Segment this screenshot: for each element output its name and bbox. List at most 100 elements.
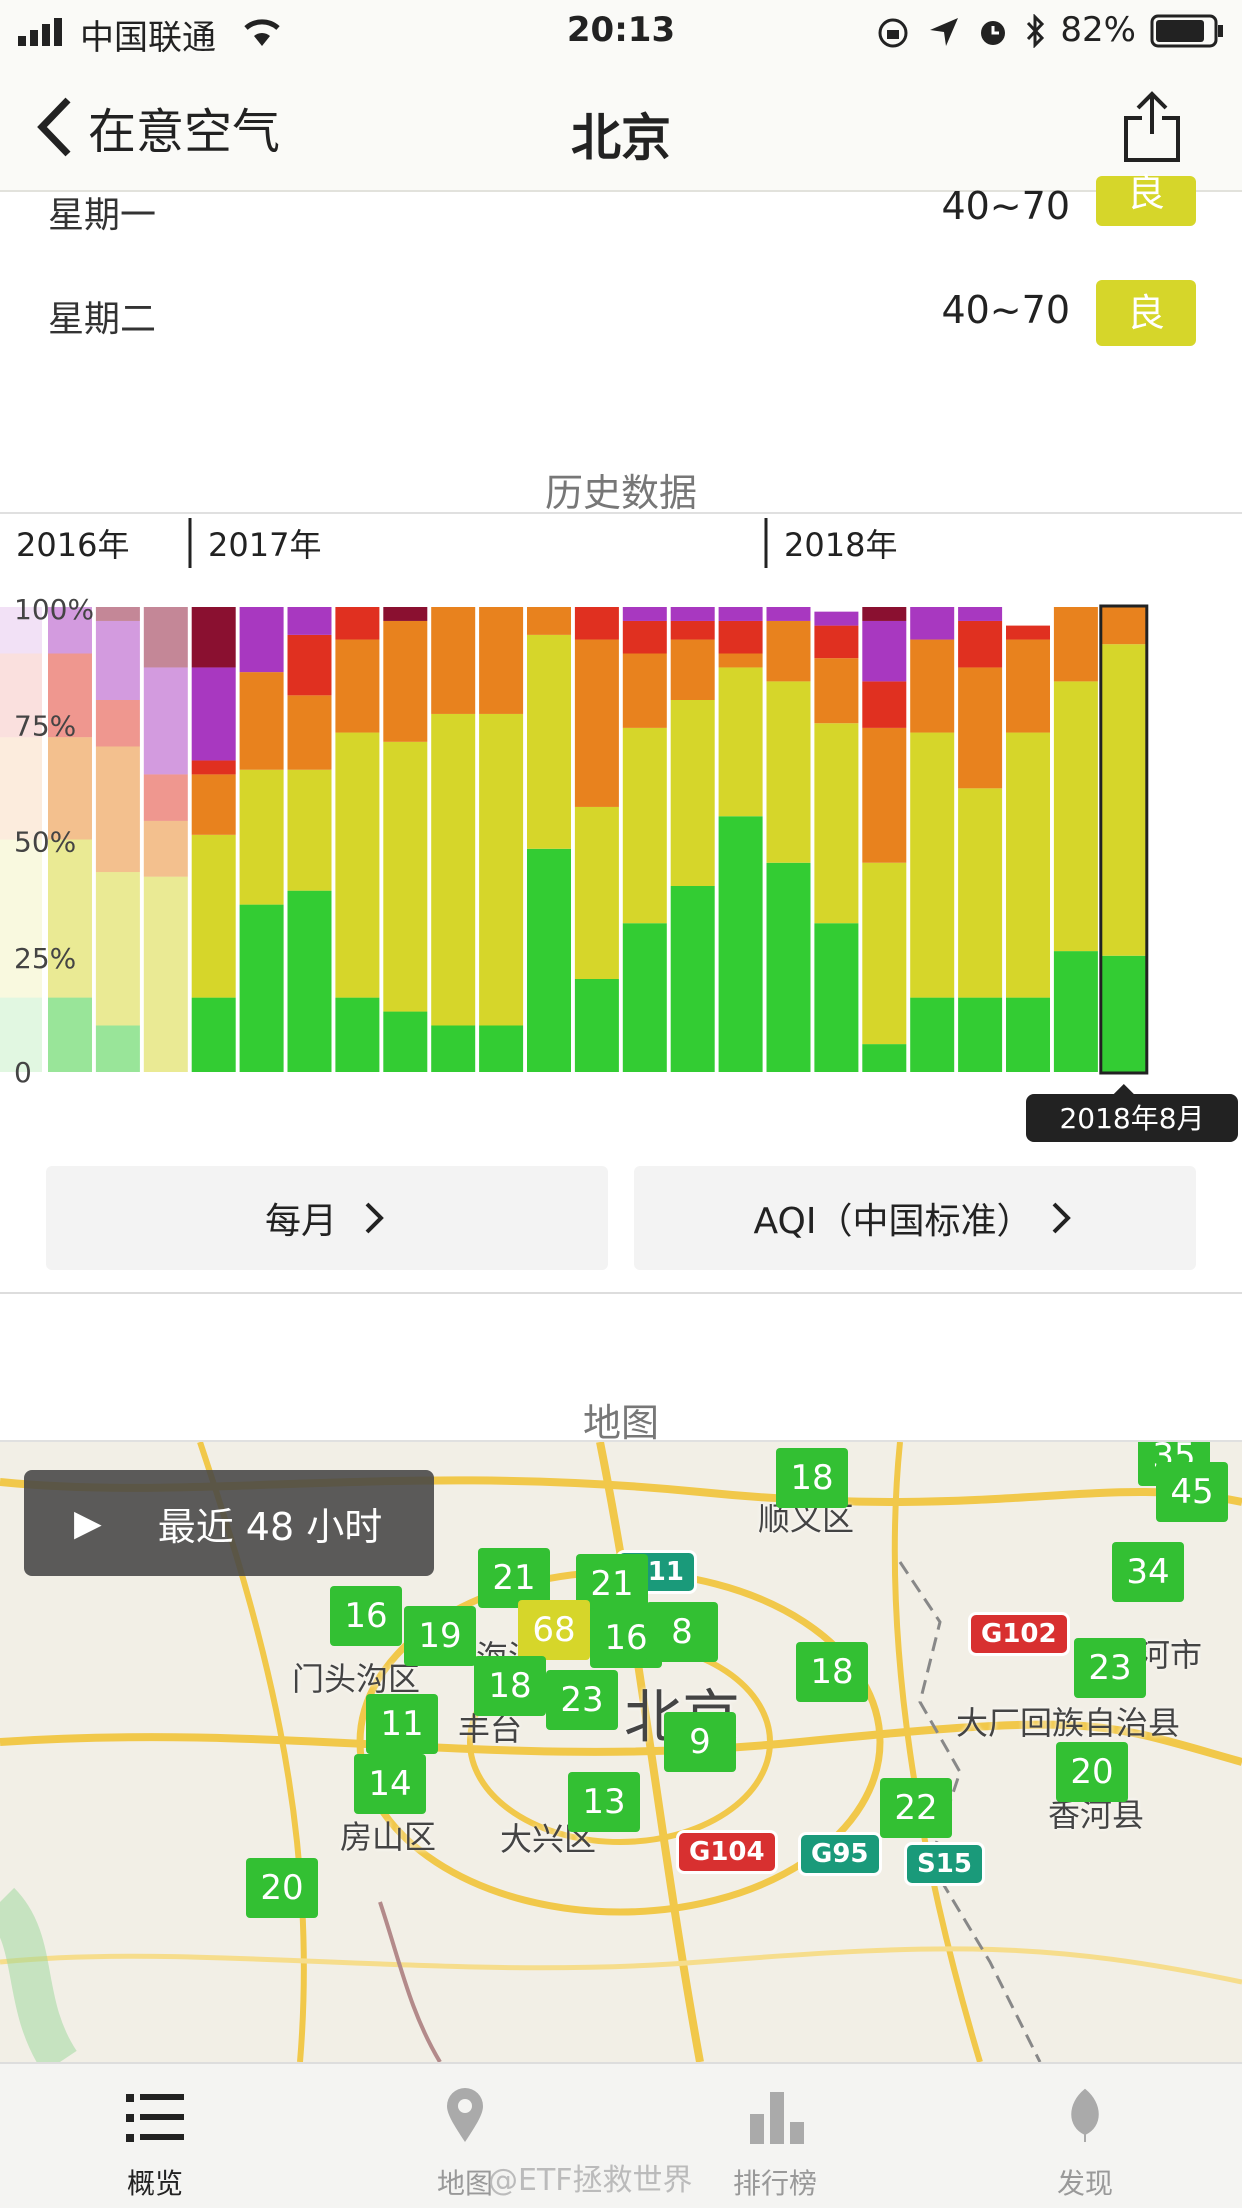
chart-bar-segment: [143, 607, 188, 668]
chart-bar-segment: [766, 607, 811, 621]
clock-time: 20:13: [566, 10, 676, 50]
chart-bar-segment: [48, 997, 92, 1072]
tab-overview[interactable]: 概览: [0, 2064, 310, 2210]
chart-bar-segment: [670, 620, 715, 640]
chart-bar-segment: [431, 1025, 476, 1072]
chart-bar-segment: [910, 997, 955, 1072]
station-aqi-marker[interactable]: 8: [646, 1602, 718, 1662]
share-icon[interactable]: [1122, 90, 1182, 164]
battery-icon: [1150, 14, 1223, 48]
y-tick-label: 25%: [14, 942, 76, 975]
chart-bar-segment: [239, 607, 284, 673]
station-aqi-marker[interactable]: 20: [1056, 1742, 1128, 1802]
chart-bar-segment: [574, 607, 619, 640]
year-label: 2018年: [784, 526, 897, 564]
chart-bar-segment: [958, 997, 1003, 1072]
station-aqi-marker[interactable]: 19: [404, 1606, 476, 1666]
tooltip-pointer: [1113, 1084, 1134, 1094]
chart-bar-segment: [1053, 681, 1098, 952]
chart-bar-segment: [95, 1025, 140, 1072]
station-aqi-marker[interactable]: 20: [246, 1858, 318, 1918]
map-place-label: 大厂回族自治县: [956, 1704, 1181, 1742]
chart-bar-segment: [1053, 607, 1098, 682]
chart-bar-segment: [1006, 732, 1050, 998]
chart-bar-segment: [574, 979, 619, 1072]
station-aqi-marker[interactable]: 22: [880, 1778, 952, 1838]
chart-bar-segment: [383, 1011, 428, 1072]
play-icon[interactable]: ▶: [74, 1503, 102, 1544]
chart-bar-segment: [95, 620, 140, 700]
chart-bar-segment: [1101, 607, 1146, 645]
chart-bar-segment: [910, 639, 955, 733]
chart-bar-segment: [670, 607, 715, 621]
chart-bar-segment: [191, 774, 236, 835]
standard-selector-button[interactable]: AQI（中国标准）: [634, 1166, 1196, 1270]
chart-bar-segment: [527, 607, 571, 635]
chart-bar-segment: [95, 872, 140, 1026]
chart-bar-segment: [239, 769, 284, 905]
chart-bar-segment: [335, 997, 380, 1072]
chart-bar-segment: [191, 760, 236, 775]
chart-bar-segment: [814, 923, 859, 1072]
chart-bar-segment: [143, 774, 188, 821]
road-shield-badge: G95: [798, 1832, 882, 1876]
station-aqi-marker[interactable]: 68: [518, 1600, 590, 1660]
chart-bar-segment: [287, 695, 332, 770]
tab-discover[interactable]: 发现: [930, 2064, 1240, 2210]
station-aqi-marker[interactable]: 14: [354, 1754, 426, 1814]
status-bar: 中国联通 20:13 82%: [0, 0, 1242, 62]
page-title: 北京: [571, 109, 671, 167]
chart-bar-segment: [95, 607, 140, 621]
period-label: 每月: [264, 1201, 337, 1242]
tooltip-label: 2018年8月: [1059, 1102, 1204, 1135]
chart-bar-segment: [1006, 997, 1050, 1072]
station-aqi-marker[interactable]: 23: [546, 1670, 618, 1730]
forecast-range: 40~70: [941, 288, 1070, 332]
forecast-range: 40~70: [941, 184, 1070, 228]
playback-control[interactable]: ▶ 最近 48 小时: [24, 1470, 434, 1576]
station-aqi-marker[interactable]: 18: [796, 1642, 868, 1702]
station-aqi-marker[interactable]: 23: [1074, 1638, 1146, 1698]
station-aqi-marker[interactable]: 34: [1112, 1542, 1184, 1602]
chart-bar-segment: [958, 607, 1003, 621]
road-shield-badge: S15: [904, 1842, 985, 1886]
chart-bar-segment: [862, 607, 907, 621]
station-aqi-marker[interactable]: 9: [664, 1712, 736, 1772]
chart-bar-segment: [431, 713, 476, 1026]
chart-bar-segment: [622, 607, 667, 621]
chart-bar-segment: [527, 848, 571, 1072]
station-aqi-marker[interactable]: 21: [478, 1548, 550, 1608]
chart-bar-segment: [910, 607, 955, 640]
y-tick-label: 50%: [14, 826, 76, 859]
chart-bar-segment: [239, 904, 284, 1072]
y-tick-label: 75%: [14, 709, 76, 742]
chart-bar-segment: [1006, 639, 1050, 733]
station-aqi-marker[interactable]: 16: [330, 1586, 402, 1646]
chart-bar-segment: [48, 737, 92, 840]
forecast-day: 星期一: [48, 195, 157, 236]
chart-bar-segment: [622, 620, 667, 654]
road-shield-badge: G102: [968, 1612, 1070, 1656]
chart-bar-segment: [143, 876, 188, 1072]
chart-bar-segment: [670, 886, 715, 1072]
station-aqi-marker[interactable]: 45: [1156, 1462, 1228, 1522]
chart-bar-segment: [622, 923, 667, 1072]
aqi-level-badge: 良: [1096, 174, 1196, 226]
station-aqi-marker[interactable]: 11: [366, 1694, 438, 1754]
chart-bar-segment: [958, 788, 1003, 998]
year-label: 2017年: [208, 526, 321, 564]
station-aqi-marker[interactable]: 13: [568, 1772, 640, 1832]
chart-bar-segment: [335, 732, 380, 998]
chart-bar-segment: [814, 658, 859, 724]
chart-bar-segment: [862, 727, 907, 863]
station-aqi-marker[interactable]: 18: [776, 1448, 848, 1508]
chart-bar-segment: [670, 700, 715, 886]
chart-bar-segment: [335, 607, 380, 640]
chart-bar-segment: [574, 639, 619, 807]
period-selector-button[interactable]: 每月: [46, 1166, 608, 1270]
chart-bar-segment: [191, 997, 236, 1072]
chart-bar-segment: [574, 806, 619, 979]
chart-bar-segment: [910, 732, 955, 998]
station-aqi-marker[interactable]: 18: [474, 1656, 546, 1716]
chart-bar-segment: [383, 741, 428, 1012]
